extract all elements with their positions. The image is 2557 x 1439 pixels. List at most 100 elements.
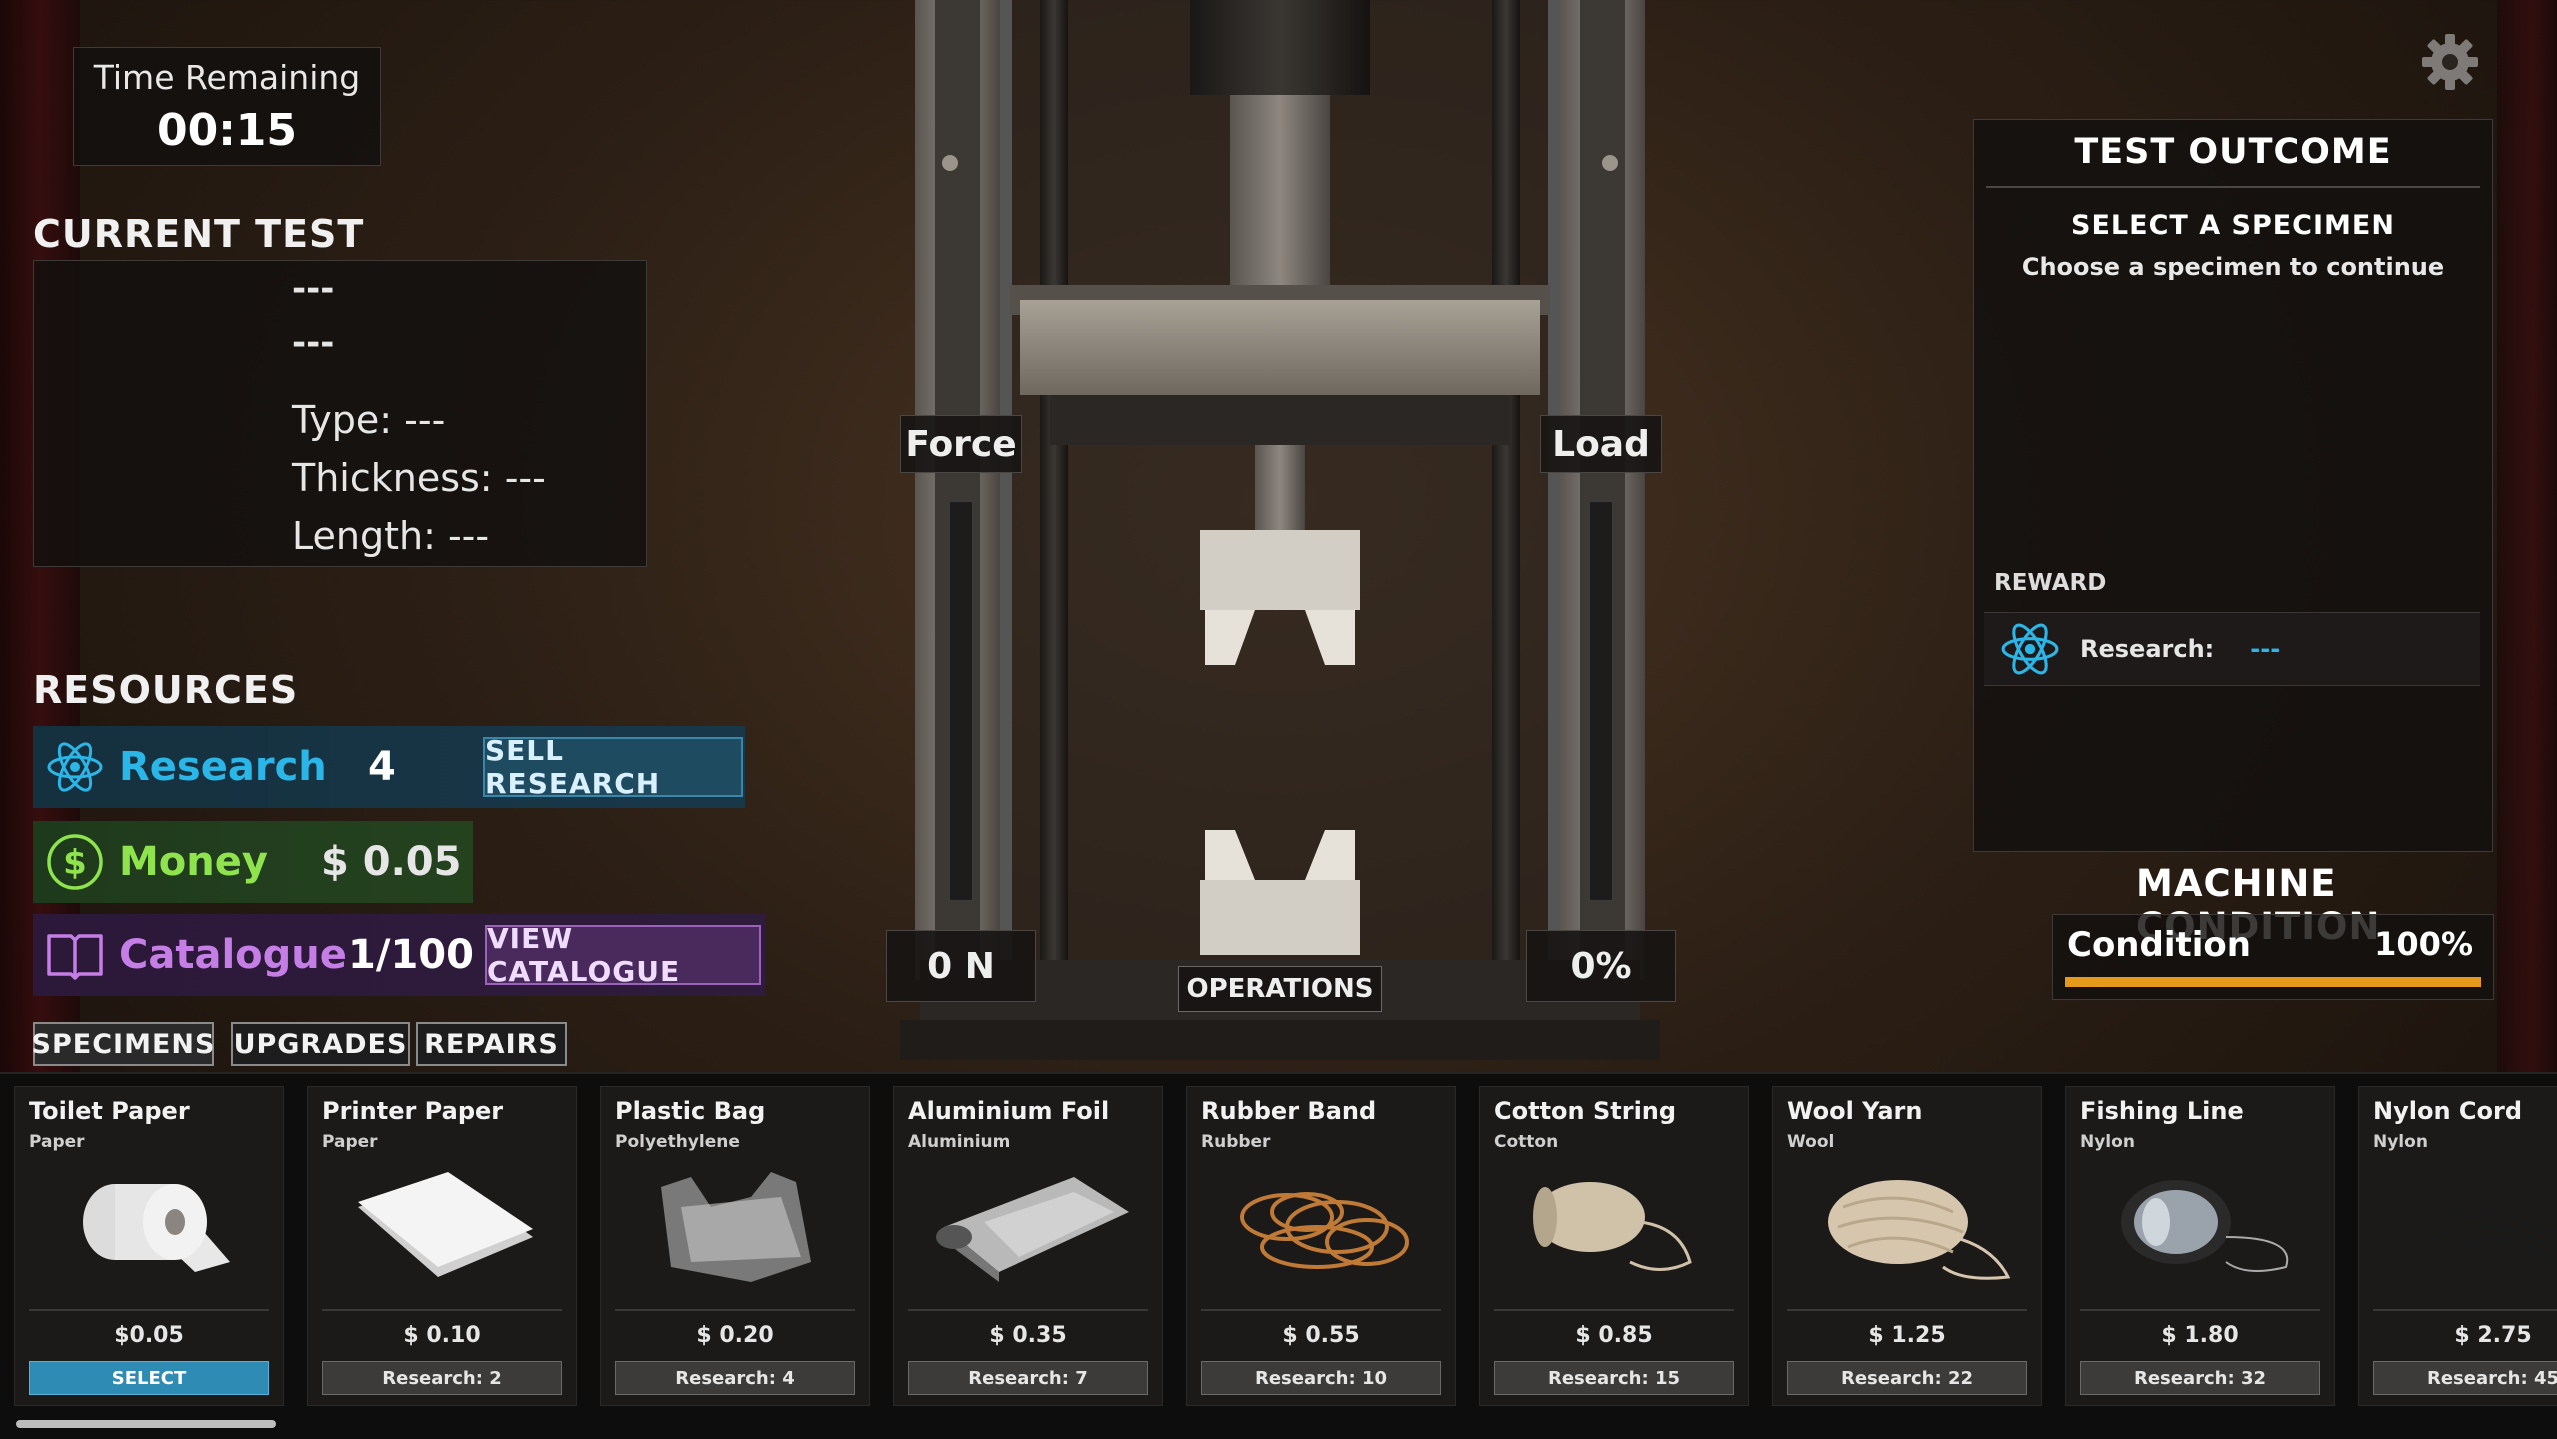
resource-money: $ Money $ 0.05 bbox=[33, 821, 473, 903]
specimen-research-button[interactable]: Research: 32 bbox=[2080, 1361, 2320, 1395]
specimen-material: Nylon bbox=[2373, 1132, 2428, 1152]
test-outcome-description: Choose a specimen to continue bbox=[2021, 253, 2445, 281]
catalogue-label: Catalogue bbox=[119, 932, 347, 978]
specimen-research-button[interactable]: Research: 22 bbox=[1787, 1361, 2027, 1395]
wool-yarn-icon bbox=[1803, 1167, 2013, 1287]
specimen-name: Cotton String bbox=[1494, 1097, 1677, 1125]
specimen-price: $ 2.75 bbox=[2454, 1323, 2532, 1348]
plastic-bag-icon bbox=[631, 1167, 841, 1287]
specimen-material: Paper bbox=[29, 1132, 85, 1152]
condition-value: 100% bbox=[2374, 925, 2473, 963]
resource-catalogue: Catalogue 1/100 VIEW CATALOGUE bbox=[33, 914, 765, 996]
current-test-material: --- bbox=[292, 323, 335, 363]
specimen-research-button[interactable]: Research: 45 bbox=[2373, 1361, 2557, 1395]
specimen-research-button[interactable]: Research: 15 bbox=[1494, 1361, 1734, 1395]
time-remaining-label: Time Remaining bbox=[93, 58, 361, 97]
specimen-card[interactable]: Cotton String Cotton $ 0.85 Research: 15 bbox=[1479, 1086, 1749, 1406]
specimen-price: $ 0.85 bbox=[1575, 1323, 1653, 1348]
operations-button[interactable]: OPERATIONS bbox=[1178, 966, 1382, 1012]
specimen-divider bbox=[615, 1309, 855, 1311]
fishing-line-icon bbox=[2096, 1167, 2306, 1287]
current-test-thickness: Thickness: --- bbox=[292, 456, 546, 500]
specimen-price: $ 1.80 bbox=[2161, 1323, 2239, 1348]
load-label: Load bbox=[1540, 415, 1662, 473]
specimen-card[interactable]: Printer Paper Paper $ 0.10 Research: 2 bbox=[307, 1086, 577, 1406]
specimen-divider bbox=[1787, 1309, 2027, 1311]
specimen-price: $0.05 bbox=[114, 1323, 184, 1348]
dollar-icon: $ bbox=[45, 832, 105, 892]
tab-repairs[interactable]: REPAIRS bbox=[416, 1022, 567, 1066]
tab-specimens[interactable]: SPECIMENS bbox=[32, 1022, 214, 1066]
specimen-divider bbox=[2373, 1309, 2557, 1311]
catalogue-value: 1/100 bbox=[348, 932, 474, 978]
tensile-testing-machine: Force Load 0 N 0% OPERATIONS bbox=[886, 0, 1676, 1060]
specimen-research-button[interactable]: Research: 10 bbox=[1201, 1361, 1441, 1395]
reward-label: REWARD bbox=[1994, 570, 2107, 596]
specimen-scrollbar[interactable] bbox=[16, 1420, 276, 1428]
specimen-name: Fishing Line bbox=[2080, 1097, 2244, 1125]
specimen-material: Nylon bbox=[2080, 1132, 2135, 1152]
specimen-card[interactable]: Toilet Paper Paper $0.05 SELECT bbox=[14, 1086, 284, 1406]
reward-research-row: Research: --- bbox=[1984, 612, 2480, 686]
load-gauge bbox=[1588, 500, 1614, 902]
specimen-research-button[interactable]: Research: 2 bbox=[322, 1361, 562, 1395]
load-value: 0% bbox=[1526, 930, 1676, 1002]
force-value: 0 N bbox=[886, 930, 1036, 1002]
gear-icon[interactable] bbox=[2420, 32, 2480, 92]
condition-bar-fill bbox=[2065, 977, 2481, 987]
condition-bar-track bbox=[2065, 977, 2481, 987]
view-catalogue-button[interactable]: VIEW CATALOGUE bbox=[485, 922, 761, 988]
money-label: Money bbox=[119, 839, 268, 885]
specimen-divider bbox=[2080, 1309, 2320, 1311]
specimen-card[interactable]: Plastic Bag Polyethylene $ 0.20 Research: 4 bbox=[600, 1086, 870, 1406]
specimen-card[interactable]: Aluminium Foil Aluminium $ 0.35 Research: 7 bbox=[893, 1086, 1163, 1406]
rubber-bands-icon bbox=[1217, 1167, 1427, 1287]
time-remaining-value: 00:15 bbox=[156, 105, 298, 156]
specimen-divider bbox=[1494, 1309, 1734, 1311]
reward-research-label: Research: bbox=[2080, 635, 2215, 663]
specimen-divider bbox=[322, 1309, 562, 1311]
current-test-length: Length: --- bbox=[292, 514, 490, 558]
specimen-card[interactable]: Fishing Line Nylon $ 1.80 Research: 32 bbox=[2065, 1086, 2335, 1406]
specimen-material: Wool bbox=[1787, 1132, 1835, 1152]
test-outcome-panel: TEST OUTCOME SELECT A SPECIMEN Choose a … bbox=[1973, 119, 2493, 852]
atom-icon bbox=[2000, 619, 2060, 679]
specimen-card[interactable]: Rubber Band Rubber $ 0.55 Research: 10 bbox=[1186, 1086, 1456, 1406]
specimen-name: Rubber Band bbox=[1201, 1097, 1377, 1125]
money-value: $ 0.05 bbox=[321, 839, 462, 885]
specimen-price: $ 1.25 bbox=[1868, 1323, 1946, 1348]
atom-icon bbox=[45, 737, 105, 797]
specimen-material: Aluminium bbox=[908, 1132, 1011, 1152]
printer-paper-icon bbox=[338, 1167, 548, 1287]
specimen-material: Cotton bbox=[1494, 1132, 1559, 1152]
specimen-price: $ 0.35 bbox=[989, 1323, 1067, 1348]
svg-text:$: $ bbox=[63, 843, 87, 883]
specimen-research-button[interactable]: Research: 7 bbox=[908, 1361, 1148, 1395]
specimen-price: $ 0.10 bbox=[403, 1323, 481, 1348]
current-test-name: --- bbox=[292, 269, 335, 309]
specimen-research-button[interactable]: Research: 4 bbox=[615, 1361, 855, 1395]
specimen-price: $ 0.55 bbox=[1282, 1323, 1360, 1348]
condition-label: Condition bbox=[2067, 925, 2251, 965]
toilet-paper-icon bbox=[45, 1167, 255, 1287]
current-test-panel: --- --- Type: --- Thickness: --- Length:… bbox=[33, 260, 647, 567]
resource-research: Research 4 SELL RESEARCH bbox=[33, 726, 745, 808]
specimen-card[interactable]: Wool Yarn Wool $ 1.25 Research: 22 bbox=[1772, 1086, 2042, 1406]
research-label: Research bbox=[119, 744, 327, 790]
book-icon bbox=[45, 925, 105, 985]
specimen-material: Polyethylene bbox=[615, 1132, 740, 1152]
test-outcome-title: TEST OUTCOME bbox=[1986, 132, 2480, 188]
specimen-select-button[interactable]: SELECT bbox=[29, 1361, 269, 1395]
specimen-material: Paper bbox=[322, 1132, 378, 1152]
nylon-cord-icon bbox=[2389, 1167, 2557, 1287]
sell-research-button[interactable]: SELL RESEARCH bbox=[483, 734, 743, 800]
specimen-name: Printer Paper bbox=[322, 1097, 504, 1125]
specimen-card[interactable]: Nylon Cord Nylon $ 2.75 Research: 45 bbox=[2358, 1086, 2557, 1406]
tab-upgrades[interactable]: UPGRADES bbox=[231, 1022, 410, 1066]
specimen-price: $ 0.20 bbox=[696, 1323, 774, 1348]
aluminium-foil-icon bbox=[924, 1167, 1134, 1287]
specimen-divider bbox=[1201, 1309, 1441, 1311]
test-outcome-subtitle: SELECT A SPECIMEN bbox=[2071, 210, 2395, 241]
resources-title: RESOURCES bbox=[33, 668, 299, 712]
machine-condition-panel: Condition 100% bbox=[2052, 914, 2494, 1000]
